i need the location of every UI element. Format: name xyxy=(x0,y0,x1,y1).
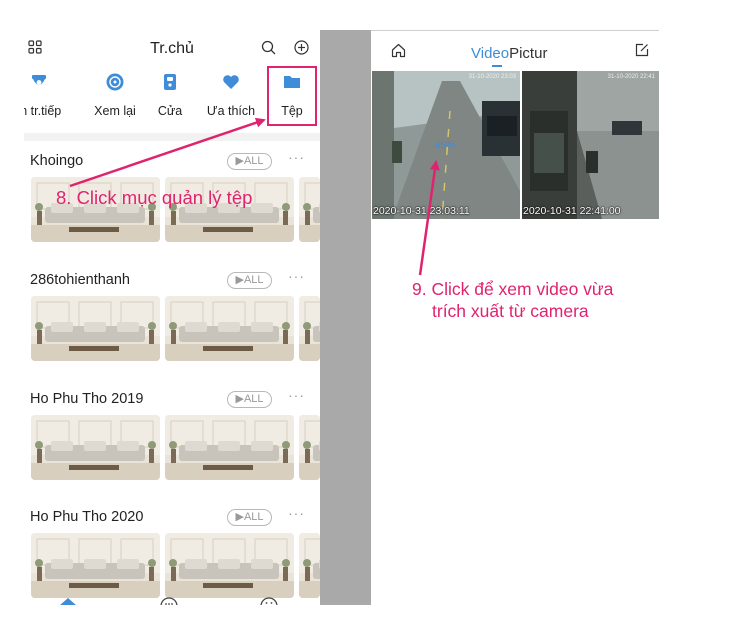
active-tab-indicator xyxy=(492,65,502,67)
camera-thumbnail[interactable] xyxy=(165,296,294,361)
camera-icon xyxy=(29,72,49,92)
right-phone-screen: VideoPictur 31-10-2020 23:03 45% 2020-10… xyxy=(371,30,659,220)
shortcut-favorites[interactable]: Ưa thích xyxy=(207,68,255,130)
play-icon: ▶ xyxy=(235,274,244,286)
view-all-button[interactable]: ▶ALL xyxy=(227,391,272,408)
more-icon[interactable]: ··· xyxy=(288,505,305,521)
camera-thumbnail[interactable] xyxy=(165,415,294,480)
edit-icon[interactable] xyxy=(635,43,649,62)
shortcut-label: m tr.tiếp xyxy=(24,104,62,118)
group-name: Khoingo xyxy=(30,153,84,169)
camera-thumbnail[interactable] xyxy=(299,415,320,480)
view-all-button[interactable]: ▶ALL xyxy=(227,509,272,526)
more-icon[interactable]: ··· xyxy=(288,268,305,284)
more-icon[interactable]: ··· xyxy=(288,387,305,403)
camera-thumbnail[interactable] xyxy=(31,296,160,361)
step-9-line-2: trích xuất từ camera xyxy=(432,301,589,321)
extract-progress: 45% xyxy=(435,140,456,151)
device-group: Ho Phu Tho 2019 ▶ALL ··· xyxy=(24,387,320,509)
more-icon[interactable]: ··· xyxy=(288,149,305,165)
view-all-label: ALL xyxy=(243,155,264,167)
shortcut-playback[interactable]: Xem lại xyxy=(94,68,136,130)
device-group: Khoingo ▶ALL ··· xyxy=(24,149,320,271)
video-thumbnail[interactable]: 31-10-2020 22:41 2020-10-31 22:41:00 xyxy=(522,71,659,219)
view-all-button[interactable]: ▶ALL xyxy=(227,272,272,289)
tab-video[interactable]: Video xyxy=(471,45,509,62)
tab-picture[interactable]: Pictur xyxy=(509,45,547,62)
bottom-nav xyxy=(24,590,320,605)
camera-thumbnail[interactable] xyxy=(31,415,160,480)
top-bar: Tr.chủ xyxy=(24,30,320,68)
view-all-label: ALL xyxy=(243,511,264,523)
camera-thumbnail[interactable] xyxy=(165,533,294,598)
camera-overlay-text: 31-10-2020 23:03 xyxy=(468,74,516,80)
video-thumbnail[interactable]: 31-10-2020 23:03 45% 2020-10-31 23:03:11 xyxy=(372,71,520,219)
group-name: Ho Phu Tho 2020 xyxy=(30,509,144,525)
profile-tab-icon[interactable] xyxy=(260,594,278,605)
camera-thumbnail[interactable] xyxy=(31,533,160,598)
search-icon[interactable] xyxy=(261,40,279,58)
divider xyxy=(24,133,320,141)
add-icon[interactable] xyxy=(294,40,312,58)
panel-separator xyxy=(320,30,371,605)
device-group: 286tohienthanh ▶ALL ··· xyxy=(24,268,320,390)
left-phone-screen: Tr.chủ m tr.tiếp Xem lại xyxy=(24,30,320,605)
door-icon xyxy=(160,72,180,92)
group-name: Ho Phu Tho 2019 xyxy=(30,391,144,407)
view-all-label: ALL xyxy=(243,274,264,286)
shortcut-door[interactable]: Cửa xyxy=(157,68,183,130)
camera-overlay-text: 31-10-2020 22:41 xyxy=(607,74,655,80)
group-name: 286tohienthanh xyxy=(30,272,130,288)
shortcut-label: Cửa xyxy=(157,104,183,118)
camera-thumbnail[interactable] xyxy=(299,296,320,361)
step-9-annotation: 9. Click để xem video vừa trích xuất từ … xyxy=(412,278,613,322)
play-icon: ▶ xyxy=(235,393,244,405)
camera-thumbnail[interactable] xyxy=(299,177,320,242)
camera-thumbnail[interactable] xyxy=(299,533,320,598)
step-9-line-1: 9. Click để xem video vừa xyxy=(412,279,614,299)
files-highlight-box xyxy=(267,66,317,126)
media-tabs: VideoPictur xyxy=(471,45,547,67)
step-8-annotation: 8. Click mục quản lý tệp xyxy=(56,187,253,208)
play-icon: ▶ xyxy=(235,155,244,167)
shortcut-live-view[interactable]: m tr.tiếp xyxy=(24,68,61,130)
shortcut-label: Ưa thích xyxy=(206,104,256,118)
playback-icon xyxy=(105,72,125,92)
view-all-button[interactable]: ▶ALL xyxy=(227,153,272,170)
message-tab-icon[interactable] xyxy=(160,594,178,605)
play-icon: ▶ xyxy=(235,511,244,523)
video-timestamp: 2020-10-31 22:41:00 xyxy=(523,205,621,217)
home-icon[interactable] xyxy=(391,43,406,63)
video-timestamp: 2020-10-31 23:03:11 xyxy=(373,205,470,217)
home-tab-icon[interactable] xyxy=(58,594,78,605)
view-all-label: ALL xyxy=(243,393,264,405)
heart-icon xyxy=(221,72,241,92)
